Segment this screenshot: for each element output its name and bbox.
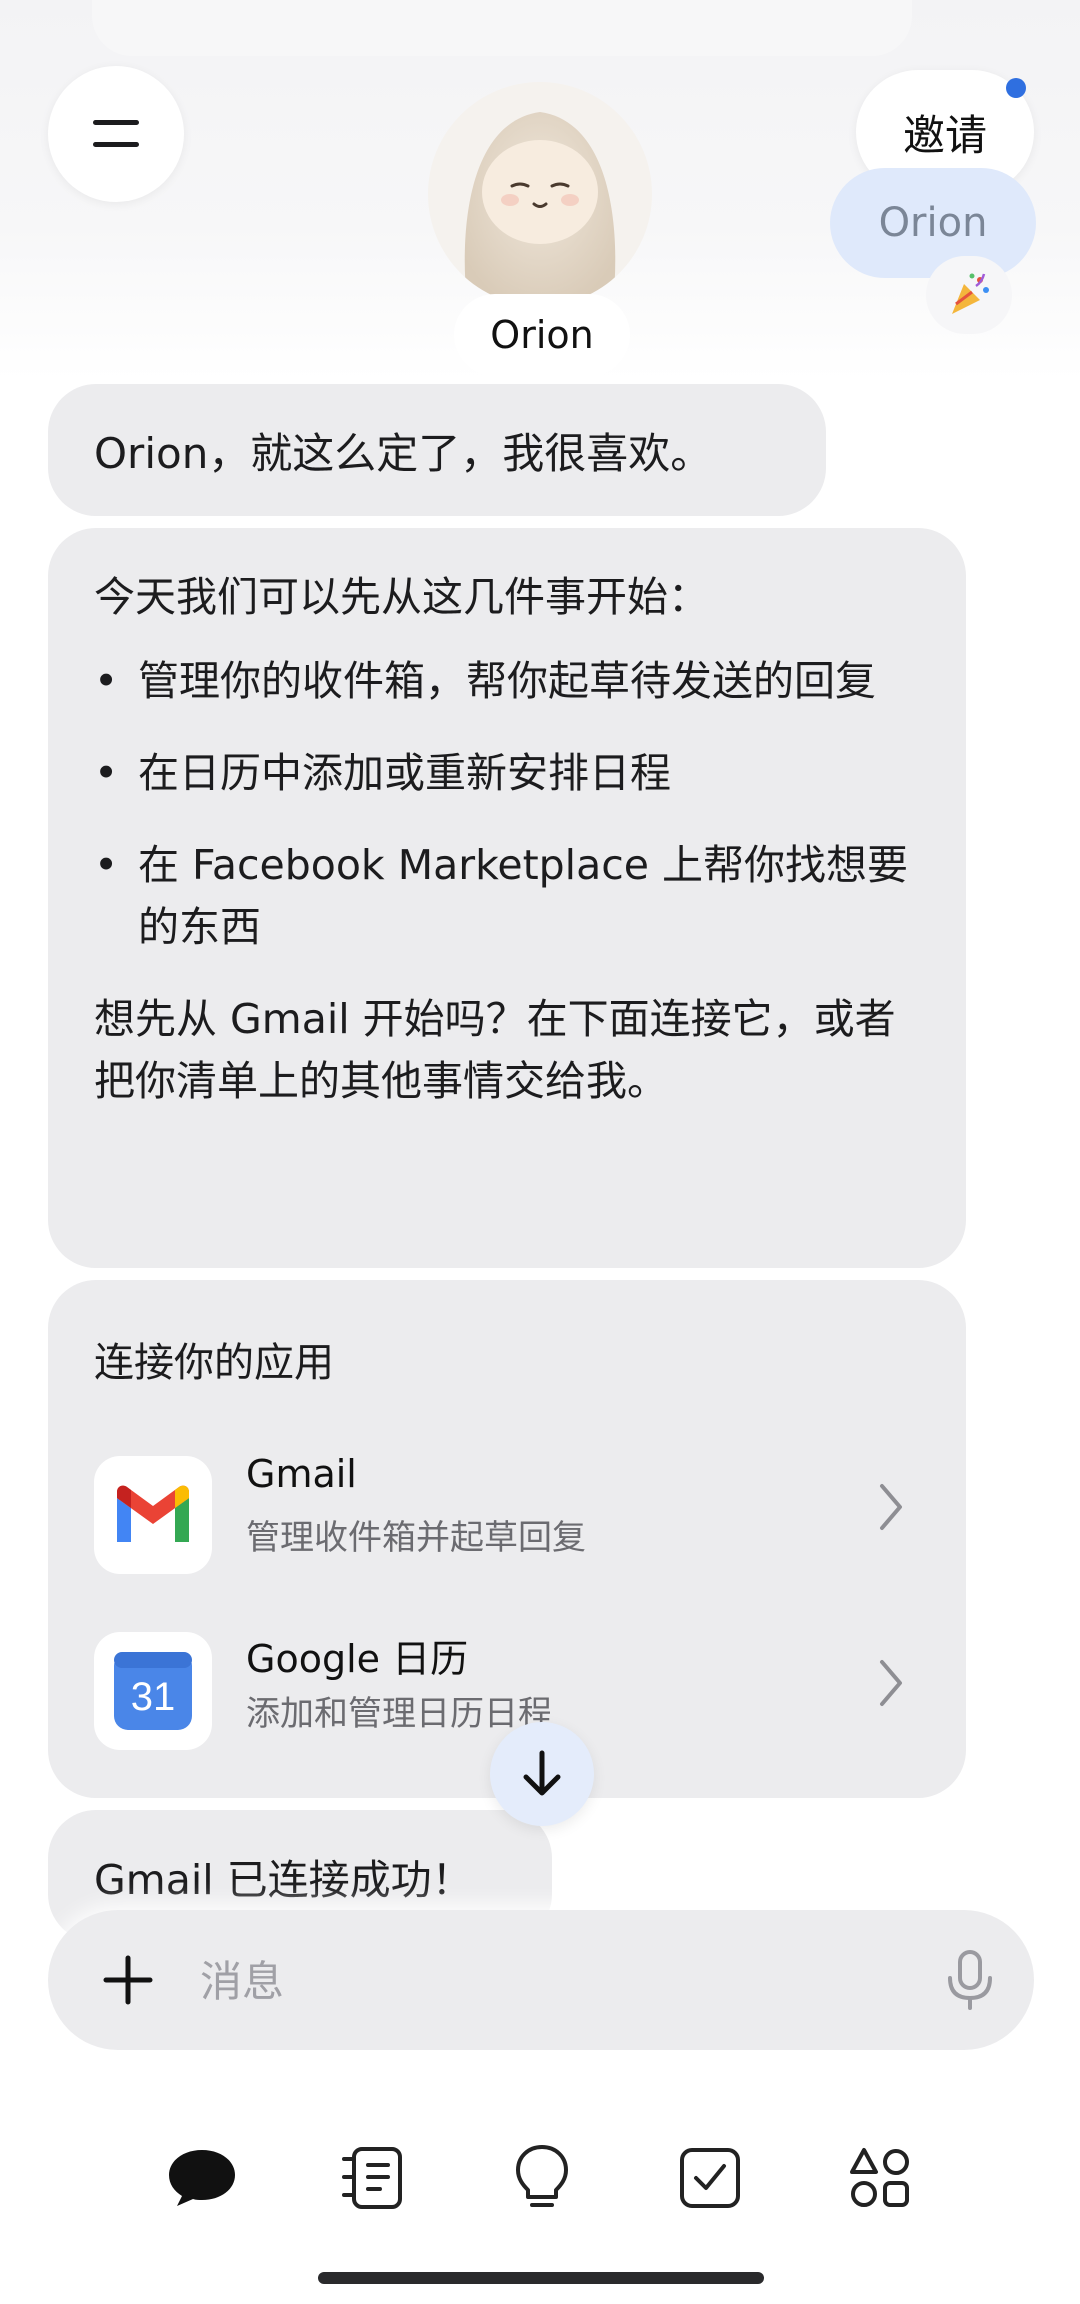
svg-text:31: 31: [131, 1675, 176, 1719]
list-item: 管理你的收件箱，帮你起草待发送的回复: [94, 650, 920, 712]
app-name: Gmail: [246, 1452, 357, 1496]
assistant-message: 今天我们可以先从这几件事开始： 管理你的收件箱，帮你起草待发送的回复 在日历中添…: [48, 528, 966, 1268]
app-name: Google 日历: [246, 1637, 469, 1681]
nav-ideas[interactable]: [502, 2138, 582, 2218]
message-outro: 想先从 Gmail 开始吗？在下面连接它，或者把你清单上的其他事情交给我。: [94, 995, 896, 1105]
suggestion-list: 管理你的收件箱，帮你起草待发送的回复 在日历中添加或重新安排日程 在 Faceb…: [94, 650, 920, 958]
contact-pill[interactable]: Orion: [830, 168, 1036, 278]
menu-icon: [93, 120, 139, 125]
shapes-icon: [850, 2148, 909, 2207]
chevron-right-icon: [876, 1656, 906, 1714]
app-description: 添加和管理日历日程: [246, 1694, 552, 1734]
lightbulb-icon: [516, 2145, 568, 2207]
nav-tasks[interactable]: [670, 2138, 750, 2218]
home-indicator[interactable]: [318, 2272, 764, 2284]
microphone-icon[interactable]: [940, 1948, 1000, 2012]
nav-apps[interactable]: [840, 2138, 920, 2218]
list-item: 在 Facebook Marketplace 上帮你找想要的东西: [94, 834, 920, 958]
connect-apps-card: 连接你的应用 Gmail 管理收件箱并起草回复 31 Google 日历 添加和…: [48, 1280, 966, 1798]
app-description: 管理收件箱并起草回复: [246, 1518, 586, 1558]
list-item: 在日历中添加或重新安排日程: [94, 742, 920, 804]
message-input[interactable]: [198, 1940, 922, 2022]
chat-bubble-icon: [169, 2150, 235, 2206]
chevron-right-icon: [876, 1480, 906, 1538]
bottom-navigation: [0, 2118, 1080, 2238]
app-row-gmail[interactable]: Gmail 管理收件箱并起草回复: [48, 1440, 966, 1580]
scroll-to-bottom-button[interactable]: [490, 1722, 594, 1826]
google-calendar-icon: 31: [94, 1632, 212, 1750]
assistant-avatar[interactable]: [428, 82, 652, 306]
menu-button[interactable]: [48, 66, 184, 202]
gmail-icon: [94, 1456, 212, 1574]
assistant-name: Orion: [454, 294, 630, 376]
previous-message-fragment: [92, 0, 912, 56]
party-popper-icon: [926, 256, 1012, 334]
notebook-icon: [342, 2147, 402, 2209]
message-composer: [48, 1910, 1034, 2050]
nav-notes[interactable]: [332, 2138, 412, 2218]
message-intro: 今天我们可以先从这几件事开始：: [94, 573, 709, 621]
plus-icon[interactable]: [100, 1952, 156, 2008]
notification-dot: [1006, 78, 1026, 98]
checkbox-icon: [680, 2148, 740, 2208]
nav-chat[interactable]: [162, 2138, 242, 2218]
connect-apps-title: 连接你的应用: [94, 1340, 334, 1386]
user-message: Orion，就这么定了，我很喜欢。: [48, 384, 826, 516]
arrow-down-icon: [523, 1750, 561, 1796]
